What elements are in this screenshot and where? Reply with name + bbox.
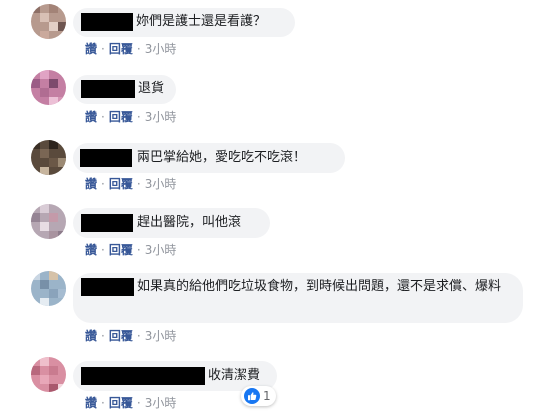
reply-link[interactable]: 回覆 (109, 177, 133, 191)
redacted-name (81, 13, 133, 31)
reaction-summary[interactable]: 1 (241, 386, 276, 406)
redacted-name (81, 80, 135, 98)
timestamp[interactable]: 3小時 (145, 42, 177, 56)
like-link[interactable]: 讚 (85, 329, 97, 343)
redacted-name (81, 214, 133, 232)
like-link[interactable]: 讚 (85, 243, 97, 257)
comment-bubble: 退貨 (73, 75, 176, 104)
like-link[interactable]: 讚 (85, 396, 97, 410)
like-link[interactable]: 讚 (85, 110, 97, 124)
reply-link[interactable]: 回覆 (109, 110, 133, 124)
comment-bubble: 兩巴掌給她，愛吃吃不吃滾！ (73, 143, 345, 173)
comment-text: 收清潔費 (208, 368, 261, 383)
comment-actions: 讚 · 回覆 · 3小時 (85, 177, 177, 191)
thumbs-up-icon (244, 388, 260, 404)
comment-text: 兩巴掌給她，愛吃吃不吃滾！ (137, 150, 307, 165)
avatar[interactable] (31, 140, 66, 175)
comment-text: 如果真的給他們吃垃圾食物，到時候出問題，還不是求償、爆料 (137, 279, 502, 294)
reaction-count: 1 (263, 389, 271, 403)
like-link[interactable]: 讚 (85, 42, 97, 56)
comment-actions: 讚 · 回覆 · 3小時 (85, 329, 177, 343)
timestamp[interactable]: 3小時 (145, 177, 177, 191)
comment-bubble: 趕出醫院，叫他滾 (73, 208, 270, 238)
avatar[interactable] (31, 357, 66, 392)
comment-text: 退貨 (138, 81, 165, 96)
comment-actions: 讚 · 回覆 · 3小時 (85, 110, 177, 124)
redacted-name (81, 367, 205, 385)
avatar[interactable] (31, 70, 66, 105)
comment-actions: 讚 · 回覆 · 3小時 (85, 396, 177, 410)
comment-actions: 讚 · 回覆 · 3小時 (85, 42, 177, 56)
avatar[interactable] (31, 204, 66, 239)
timestamp[interactable]: 3小時 (145, 243, 177, 257)
like-link[interactable]: 讚 (85, 177, 97, 191)
comment-text: 妳們是護士還是看護？ (136, 14, 267, 29)
timestamp[interactable]: 3小時 (145, 329, 177, 343)
avatar[interactable] (31, 271, 66, 306)
comment-bubble: 如果真的給他們吃垃圾食物，到時候出問題，還不是求償、爆料 (73, 273, 523, 323)
timestamp[interactable]: 3小時 (145, 110, 177, 124)
reply-link[interactable]: 回覆 (109, 243, 133, 257)
comment-actions: 讚 · 回覆 · 3小時 (85, 243, 177, 257)
avatar[interactable] (31, 4, 66, 39)
reply-link[interactable]: 回覆 (109, 329, 133, 343)
reply-link[interactable]: 回覆 (109, 396, 133, 410)
reply-link[interactable]: 回覆 (109, 42, 133, 56)
comment-bubble: 妳們是護士還是看護？ (73, 8, 295, 37)
comment-text: 趕出醫院，叫他滾 (137, 215, 242, 230)
redacted-name (80, 149, 132, 167)
timestamp[interactable]: 3小時 (145, 396, 177, 410)
